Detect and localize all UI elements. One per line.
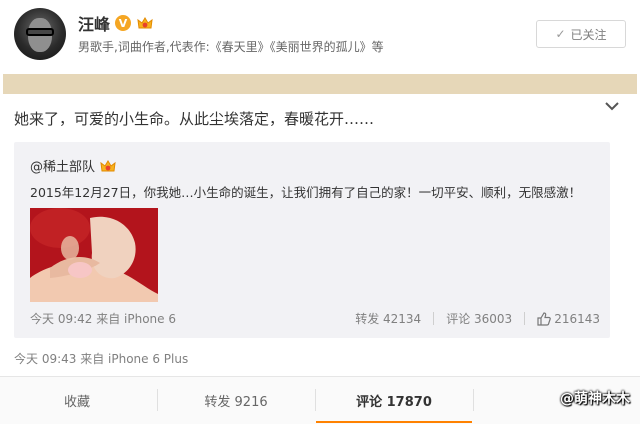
repost-like-count: 216143 [554, 311, 600, 326]
comment-label: 评论 17870 [356, 394, 432, 410]
favorite-button[interactable]: 收藏 [0, 377, 154, 423]
action-divider [473, 389, 474, 411]
follow-button[interactable]: ✓ 已关注 [536, 20, 626, 48]
repost-comment-count[interactable]: 评论 36003 [446, 310, 512, 327]
stat-divider [433, 312, 435, 325]
chevron-down-icon[interactable] [604, 100, 620, 112]
watermark-text: @萌神木木 [560, 391, 630, 407]
follow-label: 已关注 [570, 27, 607, 42]
divider-band [3, 74, 637, 94]
repost-text: 2015年12月27日，你我她…小生命的诞生，让我们拥有了自己的家！一切平安、顺… [30, 185, 582, 200]
stat-divider [524, 312, 526, 325]
comment-button[interactable]: 评论 17870 [316, 377, 472, 423]
post-meta: 今天 09:43 来自 iPhone 6 Plus [14, 352, 189, 366]
profile-description: 男歌手,词曲作者,代表作:《春天里》《美丽世界的孤儿》等 [78, 40, 384, 54]
repost-like-button[interactable]: 216143 [537, 312, 600, 326]
repost-forward-count[interactable]: 转发 42134 [355, 310, 421, 327]
watermark: @萌神木木 [560, 388, 630, 408]
repost-user-name[interactable]: @稀土部队 [30, 156, 95, 175]
forward-button[interactable]: 转发 9216 [158, 377, 314, 423]
repost-photo[interactable] [30, 208, 158, 302]
repost-user[interactable]: @稀土部队 [30, 156, 117, 175]
verified-icon: V [115, 15, 132, 31]
check-icon: ✓ [555, 27, 566, 41]
repost-stats: 转发 42134 评论 36003 216143 [355, 310, 600, 327]
member-badge-icon [99, 158, 117, 174]
profile-name[interactable]: 汪峰 [78, 11, 110, 35]
profile-header: 汪峰 V 男歌手,词曲作者,代表作:《春天里》《美丽世界的孤儿》等 ✓ 已关注 [0, 0, 640, 66]
forward-label: 转发 9216 [204, 394, 268, 410]
action-bar: 收藏 转发 9216 评论 17870 [0, 376, 640, 424]
favorite-label: 收藏 [63, 394, 90, 410]
avatar-glasses [26, 28, 54, 36]
thumbs-up-icon [537, 311, 551, 326]
name-row: 汪峰 V [78, 12, 154, 34]
active-tab-indicator [316, 421, 472, 423]
repost-meta: 今天 09:42 来自 iPhone 6 [30, 312, 176, 326]
post-text: 她来了，可爱的小生命。从此尘埃落定，春暖花开…… [14, 110, 375, 128]
repost-card: @稀土部队 2015年12月27日，你我她…小生命的诞生，让我们拥有了自己的家！… [14, 142, 610, 338]
member-badge-icon [136, 15, 154, 31]
avatar[interactable] [14, 8, 66, 60]
